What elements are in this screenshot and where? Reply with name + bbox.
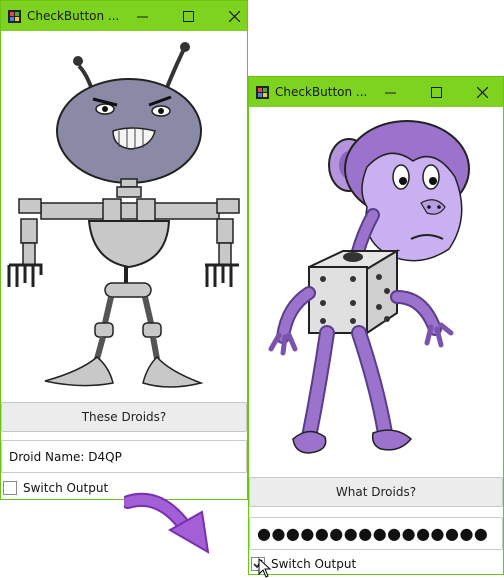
switch-output-row[interactable]: Switch Output [3,478,108,498]
minimize-button[interactable] [119,1,165,31]
window-title: CheckButton ... [275,85,368,99]
titlebar-left[interactable]: CheckButton ... [1,1,247,31]
switch-output-checkbox[interactable] [3,481,17,495]
window-content: These Droids? Droid Name: D4QP Switch Ou… [1,31,247,499]
maximize-icon [182,10,194,22]
close-icon [476,86,488,98]
password-field[interactable]: ●●●●●●●●●●●●●●●● [249,517,503,550]
minimize-icon [384,92,396,93]
window-left: CheckButton ... These Droids? Droid Name… [0,0,248,500]
switch-output-label: Switch Output [271,557,357,571]
mouse-cursor-icon [258,558,272,578]
minimize-icon [136,16,148,17]
robot-image [7,42,240,388]
maximize-button[interactable] [413,77,459,107]
window-right: CheckButton ... What Droids? ●●●●●●●●●●●… [248,76,504,575]
window-title: CheckButton ... [27,9,120,23]
monkey-image [268,120,470,454]
app-icon [256,85,269,99]
minimize-button[interactable] [367,77,413,107]
these-droids-button[interactable]: These Droids? [1,402,247,432]
maximize-icon [430,86,442,98]
what-droids-button[interactable]: What Droids? [249,477,503,507]
window-content: What Droids? ●●●●●●●●●●●●●●●● Switch Out… [249,107,503,574]
app-icon [8,9,21,23]
close-icon [228,10,240,22]
titlebar-right[interactable]: CheckButton ... [249,77,503,107]
close-button[interactable] [459,77,503,107]
arrow-icon [124,492,210,554]
switch-output-label: Switch Output [23,481,109,495]
close-button[interactable] [211,1,247,31]
droid-name-field[interactable]: Droid Name: D4QP [1,440,247,473]
maximize-button[interactable] [165,1,211,31]
